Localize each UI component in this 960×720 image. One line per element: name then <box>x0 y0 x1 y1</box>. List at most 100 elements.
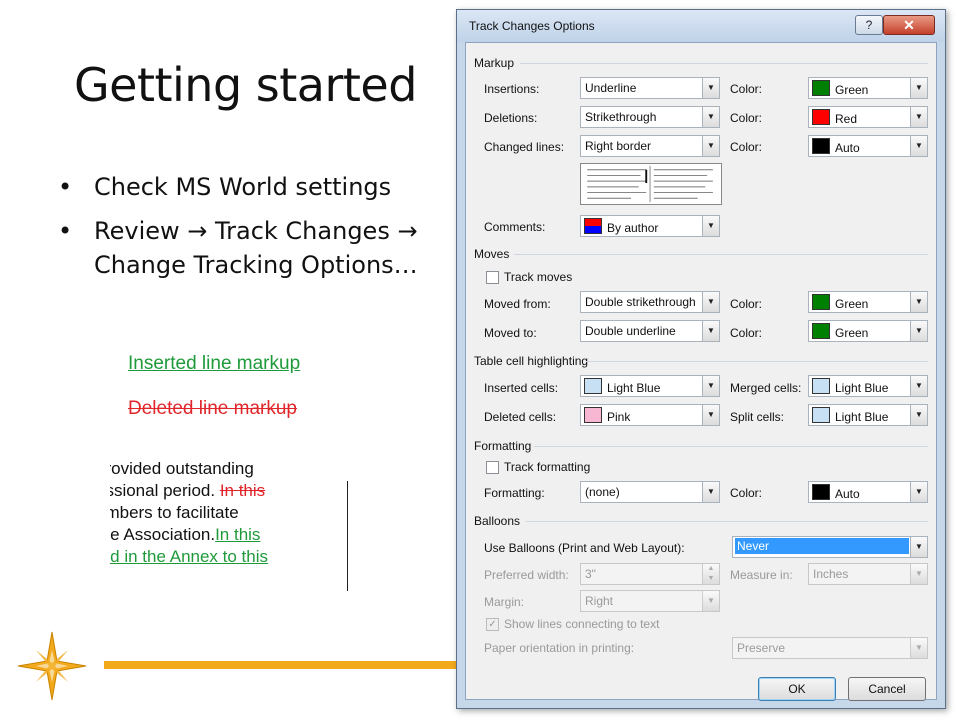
dialog-titlebar[interactable]: Track Changes Options ? ✕ <box>457 10 945 42</box>
color-swatch <box>812 323 830 339</box>
section-divider <box>534 446 928 447</box>
cancel-button[interactable]: Cancel <box>848 677 926 701</box>
dropdown-value: Light Blue <box>835 410 889 424</box>
spinner-value: 3" <box>585 567 596 581</box>
dropdown-value: Light Blue <box>607 381 661 395</box>
chevron-down-icon[interactable]: ▼ <box>910 537 927 557</box>
track-changes-options-dialog: Track Changes Options ? ✕ Markup Inserti… <box>456 9 946 709</box>
changed-lines-color-dropdown[interactable]: Auto ▼ <box>808 135 928 157</box>
section-balloons: Balloons <box>474 514 521 528</box>
color-swatch <box>812 378 830 394</box>
color-swatch <box>812 109 830 125</box>
inserted-cells-dropdown[interactable]: Light Blue ▼ <box>580 375 720 397</box>
chevron-down-icon[interactable]: ▼ <box>910 405 927 425</box>
formatting-dropdown[interactable]: (none) ▼ <box>580 481 720 503</box>
chevron-down-icon[interactable]: ▼ <box>702 107 719 127</box>
spinner-arrows-icon[interactable]: ▲ ▼ <box>702 564 719 584</box>
chevron-down-icon[interactable]: ▼ <box>702 136 719 156</box>
chevron-down-icon[interactable]: ▼ <box>910 638 927 658</box>
excerpt-line: ted in the Annex to this <box>110 546 311 568</box>
insertions-color-label: Color: <box>730 82 763 96</box>
chevron-down-icon[interactable]: ▼ <box>910 482 927 502</box>
changed-line-bar <box>347 481 348 591</box>
show-lines-checkbox[interactable]: ✓ <box>486 618 499 631</box>
bullet-list: • Check MS World settings • Review → Track… <box>58 170 458 292</box>
inserted-cells-label: Inserted cells: <box>484 381 559 395</box>
changed-lines-dropdown[interactable]: Right border ▼ <box>580 135 720 157</box>
preferred-width-spinner[interactable]: 3" ▲ ▼ <box>580 563 720 585</box>
ok-button[interactable]: OK <box>758 677 836 701</box>
changed-lines-preview <box>580 163 722 205</box>
track-moves-label[interactable]: Track moves <box>504 270 572 284</box>
measure-in-dropdown[interactable]: Inches ▼ <box>808 563 928 585</box>
bullet-item: • Review → Track Changes → Change Trackin… <box>58 214 458 282</box>
deletions-dropdown[interactable]: Strikethrough ▼ <box>580 106 720 128</box>
track-moves-checkbox[interactable] <box>486 271 499 284</box>
chevron-down-icon[interactable]: ▼ <box>702 292 719 312</box>
excerpt-inserted-text: In this <box>215 525 261 544</box>
excerpt-text: essional period. <box>110 481 216 500</box>
margin-dropdown[interactable]: Right ▼ <box>580 590 720 612</box>
bullet-text: Check MS World settings <box>94 173 392 201</box>
dropdown-value: Pink <box>607 410 631 424</box>
bullet-dot-icon: • <box>58 173 73 201</box>
use-balloons-dropdown[interactable]: Never ▼ <box>732 536 928 558</box>
excerpt-line: essional period. In this <box>110 480 311 502</box>
insertions-dropdown[interactable]: Underline ▼ <box>580 77 720 99</box>
slide-title: Getting started <box>74 58 417 112</box>
moved-to-dropdown[interactable]: Double underline ▼ <box>580 320 720 342</box>
section-markup: Markup <box>474 56 515 70</box>
chevron-down-icon[interactable]: ▼ <box>702 321 719 341</box>
split-cells-dropdown[interactable]: Light Blue ▼ <box>808 404 928 426</box>
chevron-down-icon[interactable]: ▼ <box>910 564 927 584</box>
paper-orientation-label: Paper orientation in printing: <box>484 641 635 655</box>
chevron-down-icon[interactable]: ▼ <box>702 591 719 611</box>
margin-label: Margin: <box>484 595 525 609</box>
section-table-cell-highlighting: Table cell highlighting <box>474 354 589 368</box>
moved-from-color-dropdown[interactable]: Green ▼ <box>808 291 928 313</box>
deleted-cells-dropdown[interactable]: Pink ▼ <box>580 404 720 426</box>
dropdown-value: Double strikethrough <box>585 295 696 309</box>
insertions-label: Insertions: <box>484 82 540 96</box>
chevron-down-icon[interactable]: ▼ <box>910 321 927 341</box>
changed-lines-color-label: Color: <box>730 140 763 154</box>
chevron-down-icon[interactable]: ▼ <box>910 292 927 312</box>
chevron-down-icon[interactable]: ▼ <box>702 376 719 396</box>
changed-lines-label: Changed lines: <box>484 140 565 154</box>
chevron-down-icon[interactable]: ▼ <box>702 216 719 236</box>
chevron-down-icon[interactable]: ▼ <box>910 376 927 396</box>
color-swatch <box>812 484 830 500</box>
chevron-down-icon[interactable]: ▼ <box>910 78 927 98</box>
help-button[interactable]: ? <box>855 15 883 35</box>
chevron-down-icon[interactable]: ▼ <box>702 405 719 425</box>
measure-in-label: Measure in: <box>730 568 793 582</box>
merged-cells-dropdown[interactable]: Light Blue ▼ <box>808 375 928 397</box>
chevron-down-icon[interactable]: ▼ <box>910 107 927 127</box>
bullet-item: • Check MS World settings <box>58 170 458 204</box>
excerpt-inserted-text: ted in the Annex to this <box>110 547 269 566</box>
moved-to-color-dropdown[interactable]: Green ▼ <box>808 320 928 342</box>
dropdown-value: Underline <box>585 81 637 95</box>
deletions-color-dropdown[interactable]: Red ▼ <box>808 106 928 128</box>
moved-from-label: Moved from: <box>484 297 551 311</box>
track-formatting-label[interactable]: Track formatting <box>504 460 590 474</box>
color-swatch <box>812 80 830 96</box>
dropdown-value: Green <box>835 83 869 97</box>
chevron-down-icon[interactable]: ▼ <box>910 136 927 156</box>
close-button[interactable]: ✕ <box>883 15 935 35</box>
formatting-color-dropdown[interactable]: Auto ▼ <box>808 481 928 503</box>
excerpt-deleted-text: In this <box>219 481 266 500</box>
compass-star-icon <box>17 631 87 701</box>
track-formatting-checkbox[interactable] <box>486 461 499 474</box>
chevron-down-icon[interactable]: ▼ <box>702 482 719 502</box>
paper-orientation-dropdown[interactable]: Preserve ▼ <box>732 637 928 659</box>
insertions-color-dropdown[interactable]: Green ▼ <box>808 77 928 99</box>
show-lines-label[interactable]: Show lines connecting to text <box>504 617 659 631</box>
section-divider <box>526 521 928 522</box>
moved-from-dropdown[interactable]: Double strikethrough ▼ <box>580 291 720 313</box>
dialog-title: Track Changes Options <box>469 19 595 33</box>
chevron-down-icon[interactable]: ▼ <box>702 78 719 98</box>
comments-dropdown[interactable]: By author ▼ <box>580 215 720 237</box>
dropdown-value: Never <box>735 538 909 554</box>
bullet-text: Review → Track Changes → Change Tracking… <box>94 217 418 279</box>
